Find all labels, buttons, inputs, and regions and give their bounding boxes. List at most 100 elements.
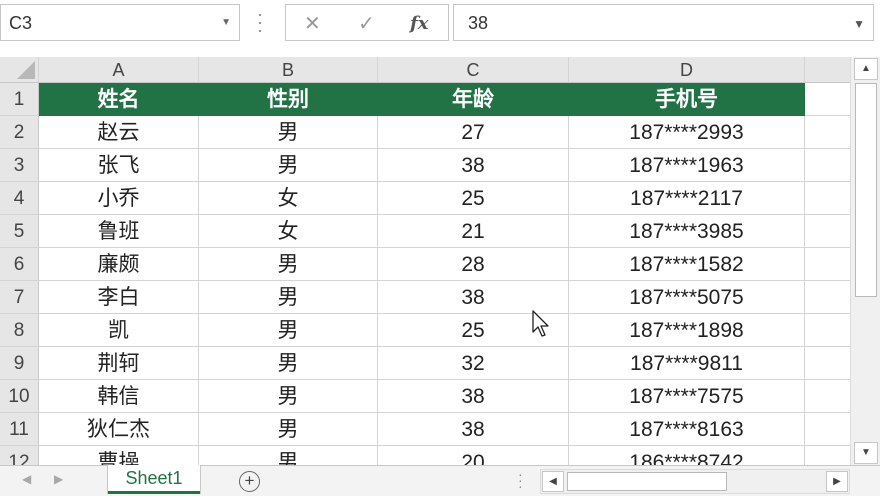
cancel-icon[interactable]: ✕ xyxy=(304,11,321,36)
formula-input[interactable]: 38 ▼ xyxy=(453,4,874,41)
expand-formula-bar-icon[interactable]: ▼ xyxy=(853,17,865,31)
cell-c6[interactable]: 28 xyxy=(378,248,569,281)
cell-d3[interactable]: 187****1963 xyxy=(569,149,805,182)
cell-b10[interactable]: 男 xyxy=(199,380,378,413)
formula-bar-resize-handle[interactable]: · · · xyxy=(256,5,264,39)
cell-c10[interactable]: 38 xyxy=(378,380,569,413)
cell-a10[interactable]: 韩信 xyxy=(39,380,199,413)
cell-e3[interactable] xyxy=(805,149,850,182)
next-sheet-icon[interactable]: ▶ xyxy=(54,472,63,486)
cell-e9[interactable] xyxy=(805,347,850,380)
column-header-e[interactable] xyxy=(805,57,850,83)
row-header[interactable]: 7 xyxy=(0,281,39,314)
row-header[interactable]: 9 xyxy=(0,347,39,380)
cell-b1[interactable]: 性别 xyxy=(199,83,378,116)
row-header[interactable]: 5 xyxy=(0,215,39,248)
cell-a9[interactable]: 荆轲 xyxy=(39,347,199,380)
cell-e2[interactable] xyxy=(805,116,850,149)
cell-c9[interactable]: 32 xyxy=(378,347,569,380)
check-icon[interactable]: ✓ xyxy=(358,11,375,36)
cell-e12[interactable] xyxy=(805,446,850,465)
cell-b8[interactable]: 男 xyxy=(199,314,378,347)
cell-c11[interactable]: 38 xyxy=(378,413,569,446)
table-row: 荆轲男 32 187****9811 xyxy=(39,347,850,380)
scroll-right-icon[interactable]: ▶ xyxy=(826,471,848,492)
name-box[interactable]: C3 ▼ xyxy=(0,4,240,41)
column-header-a[interactable]: A xyxy=(39,57,199,83)
tab-split-handle[interactable]: · · · xyxy=(518,467,523,493)
row-header[interactable]: 4 xyxy=(0,182,39,215)
cell-d10[interactable]: 187****7575 xyxy=(569,380,805,413)
insert-function-icon[interactable]: fx xyxy=(410,13,428,34)
row-header[interactable]: 2 xyxy=(0,116,39,149)
cell-d1[interactable]: 手机号 xyxy=(569,83,805,116)
vertical-scrollbar[interactable]: ▲ ▼ xyxy=(850,57,880,465)
cell-b9[interactable]: 男 xyxy=(199,347,378,380)
worksheet-grid: A B C D 1 2 3 4 5 6 7 8 9 10 11 12 姓名 性别 年龄 手机号 赵云男 27 18… xyxy=(0,57,850,465)
scroll-down-icon[interactable]: ▼ xyxy=(854,442,878,464)
row-header[interactable]: 1 xyxy=(0,83,39,116)
cell-d8[interactable]: 187****1898 xyxy=(569,314,805,347)
cell-d11[interactable]: 187****8163 xyxy=(569,413,805,446)
cell-b2[interactable]: 男 xyxy=(199,116,378,149)
cell-e1[interactable] xyxy=(805,83,850,116)
cell-d9[interactable]: 187****9811 xyxy=(569,347,805,380)
cell-a6[interactable]: 廉颇 xyxy=(39,248,199,281)
cell-c4[interactable]: 25 xyxy=(378,182,569,215)
cell-d2[interactable]: 187****2993 xyxy=(569,116,805,149)
scroll-up-icon[interactable]: ▲ xyxy=(854,58,878,80)
cell-e8[interactable] xyxy=(805,314,850,347)
cell-b7[interactable]: 男 xyxy=(199,281,378,314)
cell-e5[interactable] xyxy=(805,215,850,248)
cell-a7[interactable]: 李白 xyxy=(39,281,199,314)
horizontal-scroll-thumb[interactable] xyxy=(567,472,727,491)
cell-e11[interactable] xyxy=(805,413,850,446)
cell-a1[interactable]: 姓名 xyxy=(39,83,199,116)
cell-a5[interactable]: 鲁班 xyxy=(39,215,199,248)
row-header[interactable]: 8 xyxy=(0,314,39,347)
row-header[interactable]: 11 xyxy=(0,413,39,446)
cell-b5[interactable]: 女 xyxy=(199,215,378,248)
row-header[interactable]: 3 xyxy=(0,149,39,182)
cell-d7[interactable]: 187****5075 xyxy=(569,281,805,314)
vertical-scroll-thumb[interactable] xyxy=(855,83,877,297)
name-box-dropdown-icon[interactable]: ▼ xyxy=(221,17,231,28)
scroll-left-icon[interactable]: ◀ xyxy=(542,471,564,492)
name-box-value: C3 xyxy=(9,13,33,33)
cell-a2[interactable]: 赵云 xyxy=(39,116,199,149)
cell-e7[interactable] xyxy=(805,281,850,314)
cell-c1[interactable]: 年龄 xyxy=(378,83,569,116)
cell-a3[interactable]: 张飞 xyxy=(39,149,199,182)
column-header-d[interactable]: D xyxy=(569,57,805,83)
row-header[interactable]: 10 xyxy=(0,380,39,413)
row-header[interactable]: 6 xyxy=(0,248,39,281)
cell-c5[interactable]: 21 xyxy=(378,215,569,248)
sheet-tab-sheet1[interactable]: Sheet1 xyxy=(108,465,200,494)
add-sheet-icon[interactable]: + xyxy=(239,471,260,492)
cell-b6[interactable]: 男 xyxy=(199,248,378,281)
cell-d4[interactable]: 187****2117 xyxy=(569,182,805,215)
select-all-button[interactable] xyxy=(0,57,39,83)
cell-b4[interactable]: 女 xyxy=(199,182,378,215)
cell-d12[interactable]: 186****8742 xyxy=(569,446,805,465)
cell-c3[interactable]: 38 xyxy=(378,149,569,182)
cell-a8[interactable]: 凯 xyxy=(39,314,199,347)
cell-d5[interactable]: 187****3985 xyxy=(569,215,805,248)
cell-e6[interactable] xyxy=(805,248,850,281)
cell-e10[interactable] xyxy=(805,380,850,413)
cell-b3[interactable]: 男 xyxy=(199,149,378,182)
cell-c2[interactable]: 27 xyxy=(378,116,569,149)
column-header-c[interactable]: C xyxy=(378,57,569,83)
cell-e4[interactable] xyxy=(805,182,850,215)
cell-a12[interactable]: 曹操 xyxy=(39,446,199,465)
column-header-b[interactable]: B xyxy=(199,57,378,83)
previous-sheet-icon[interactable]: ◀ xyxy=(22,472,31,486)
horizontal-scrollbar[interactable]: ◀ ▶ xyxy=(540,469,850,494)
cell-c12[interactable]: 20 xyxy=(378,446,569,465)
row-header[interactable]: 12 xyxy=(0,446,39,465)
cell-d6[interactable]: 187****1582 xyxy=(569,248,805,281)
cell-a11[interactable]: 狄仁杰 xyxy=(39,413,199,446)
cell-b11[interactable]: 男 xyxy=(199,413,378,446)
cell-b12[interactable]: 男 xyxy=(199,446,378,465)
cell-a4[interactable]: 小乔 xyxy=(39,182,199,215)
